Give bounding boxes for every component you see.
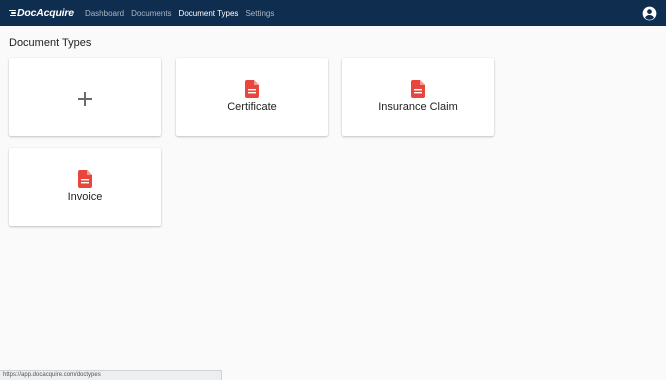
doctype-card-insurance-claim[interactable]: Insurance Claim	[342, 58, 494, 136]
account-circle-icon[interactable]	[642, 6, 657, 21]
add-document-type-card[interactable]	[9, 58, 161, 136]
page-title: Document Types	[9, 37, 92, 49]
nav-documents[interactable]: Documents	[131, 9, 171, 18]
doctype-label: Certificate	[227, 101, 277, 113]
nav-document-types[interactable]: Document Types	[179, 9, 239, 18]
top-navbar: DocAcquire Dashboard Documents Document …	[0, 0, 666, 26]
brand-logo[interactable]: DocAcquire	[9, 7, 74, 19]
doctype-label: Insurance Claim	[378, 101, 458, 113]
doctype-card-certificate[interactable]: Certificate	[176, 58, 328, 136]
doctype-card-invoice[interactable]: Invoice	[9, 148, 161, 226]
nav-settings[interactable]: Settings	[245, 9, 274, 18]
main-nav: Dashboard Documents Document Types Setti…	[85, 9, 281, 18]
plus-icon	[78, 92, 92, 106]
speed-lines-icon	[9, 8, 16, 17]
document-icon	[411, 80, 425, 98]
document-icon	[245, 80, 259, 98]
document-icon	[78, 170, 92, 188]
doctype-label: Invoice	[67, 191, 103, 203]
status-bar-url: https://app.docacquire.com/doctypes	[0, 370, 222, 380]
nav-dashboard[interactable]: Dashboard	[85, 9, 124, 18]
brand-name: DocAcquire	[17, 7, 74, 19]
